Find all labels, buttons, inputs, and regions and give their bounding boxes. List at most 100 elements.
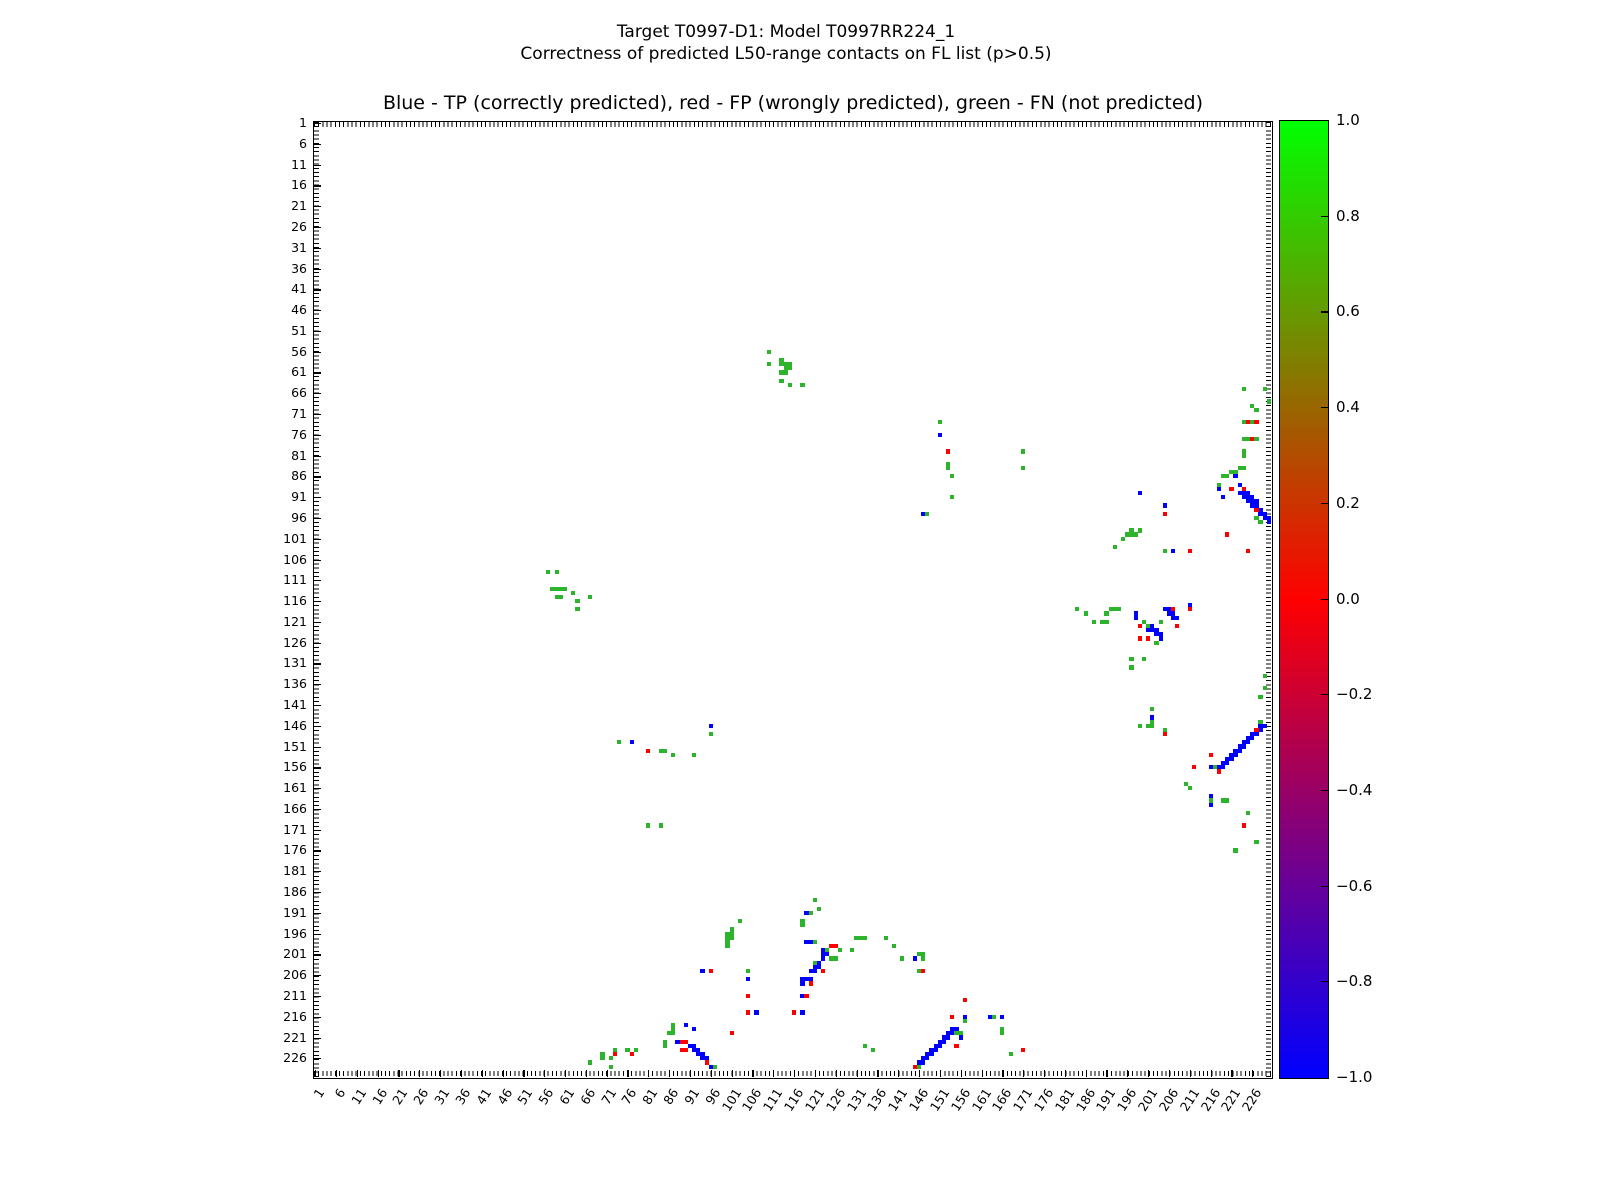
y-tick-label: 186 (283, 884, 307, 900)
contact-dot (1112, 544, 1117, 550)
y-tick-label: 206 (283, 967, 307, 983)
y-major-tick (314, 663, 321, 665)
x-major-tick (1043, 1070, 1046, 1077)
contact-dot (1171, 549, 1176, 554)
x-major-tick (606, 1070, 608, 1077)
y-major-tick (314, 1016, 321, 1018)
y-tick-label: 151 (283, 738, 307, 754)
contact-dot (1241, 465, 1246, 471)
x-major-tick (981, 1070, 983, 1077)
y-tick-label: 66 (291, 385, 307, 401)
contact-dot (1262, 723, 1267, 728)
contact-dot (1237, 748, 1242, 753)
contact-dot (779, 378, 784, 383)
contact-dot (612, 1047, 618, 1053)
y-tick-label: 116 (283, 593, 307, 609)
x-major-tick (669, 1070, 671, 1077)
contact-dot (1254, 731, 1259, 737)
y-tick-label: 136 (283, 676, 307, 692)
contact-dot (667, 1031, 672, 1036)
contact-dot (900, 956, 905, 961)
y-tick-label: 196 (283, 925, 307, 941)
y-major-tick (314, 247, 321, 249)
contact-dot (1225, 798, 1230, 803)
contact-dot (708, 723, 713, 728)
colorbar-tick (1321, 311, 1328, 313)
x-major-tick (377, 1070, 379, 1077)
contact-dot (1162, 549, 1167, 554)
contact-dot (608, 1064, 613, 1069)
contact-dot (1129, 528, 1134, 533)
y-major-tick (314, 704, 321, 707)
colorbar-tick (1321, 502, 1328, 504)
contact-dot (683, 1039, 688, 1044)
contact-dot (1104, 611, 1109, 616)
contact-dot (646, 748, 651, 753)
y-tick-label: 91 (291, 489, 307, 505)
contact-dot (1191, 765, 1197, 770)
y-tick-label: 166 (283, 800, 307, 816)
x-major-tick (856, 1070, 858, 1077)
y-major-tick (314, 850, 321, 852)
contact-dot (1212, 765, 1217, 770)
x-major-tick (773, 1070, 775, 1077)
y-tick-label: 201 (283, 946, 307, 962)
y-major-tick (314, 871, 321, 873)
y-major-tick (314, 621, 321, 624)
contact-dot (1241, 453, 1246, 458)
contact-dot (787, 382, 792, 388)
contact-dot (1221, 495, 1226, 500)
contact-dot (950, 1014, 955, 1019)
contact-dot (646, 823, 651, 828)
contact-dot (571, 590, 576, 595)
contact-dot (1116, 607, 1122, 612)
x-major-tick (523, 1070, 525, 1077)
contact-dot (937, 1043, 942, 1048)
y-tick-label: 56 (291, 343, 307, 359)
y-tick-label: 211 (283, 987, 307, 1003)
colorbar-tick (1321, 598, 1328, 600)
x-major-tick (752, 1070, 754, 1077)
x-major-tick (1231, 1070, 1233, 1077)
contact-dot (800, 981, 805, 986)
contact-dot (1075, 607, 1080, 612)
x-major-tick (627, 1070, 629, 1077)
contact-dot (862, 1043, 867, 1048)
contact-dot (812, 968, 817, 974)
contact-dot (746, 977, 751, 982)
y-tick-label: 81 (291, 447, 307, 463)
contact-dot (1133, 615, 1138, 620)
x-major-tick (315, 1070, 317, 1077)
contact-dot (821, 956, 826, 961)
contact-dot (558, 594, 563, 599)
contact-dot (787, 366, 792, 371)
contact-dot (600, 1056, 605, 1061)
colorbar-tick-label: 0.0 (1336, 589, 1360, 608)
contact-dot (554, 569, 559, 575)
colorbar-tick-label: −1.0 (1336, 1068, 1373, 1086)
x-major-tick (919, 1070, 921, 1077)
contact-dot (962, 998, 967, 1003)
contact-dot (1158, 636, 1163, 641)
y-major-tick (314, 143, 321, 146)
y-major-tick (314, 684, 321, 686)
contact-dot (816, 906, 822, 911)
contact-dot (850, 948, 855, 953)
y-major-tick (314, 933, 321, 935)
contact-dot (1266, 520, 1271, 525)
colorbar-tick-label: −0.2 (1336, 685, 1373, 704)
y-tick-label: 131 (283, 655, 307, 671)
contact-dot (662, 1043, 668, 1048)
y-tick-label: 216 (283, 1008, 307, 1024)
colorbar-tick-label: 0.6 (1336, 302, 1360, 321)
y-major-tick (314, 538, 321, 540)
contact-dot (1262, 686, 1267, 691)
y-tick-label: 31 (291, 239, 307, 255)
contact-dot (783, 370, 788, 375)
contact-dot (937, 420, 942, 425)
x-major-tick (585, 1070, 587, 1077)
x-major-tick (502, 1070, 504, 1077)
y-major-tick (314, 185, 321, 187)
y-tick-label: 121 (283, 613, 307, 629)
contact-dot (933, 1047, 938, 1053)
